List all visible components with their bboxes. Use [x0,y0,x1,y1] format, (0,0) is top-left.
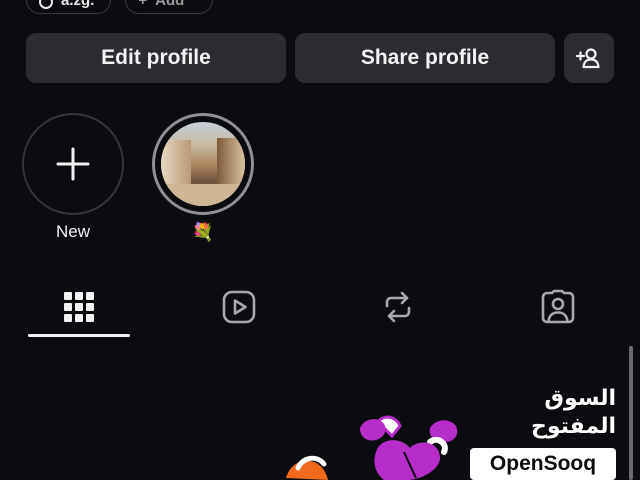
top-pill-add[interactable]: + Add [125,0,214,14]
plus-icon [56,147,90,181]
tab-reels[interactable] [188,276,290,338]
tab-posts[interactable] [28,276,130,338]
grid-icon [64,292,94,322]
top-pill-link[interactable]: a.zg. [26,0,112,14]
active-tab-indicator [28,334,130,337]
top-pill-add-label: Add [155,0,185,9]
tab-reposts[interactable] [347,276,449,338]
reposts-icon [385,291,411,323]
new-highlight-label: New [55,222,90,241]
profile-tabs [0,276,640,338]
share-profile-button[interactable]: Share profile [295,33,555,83]
add-person-icon [576,48,600,69]
new-highlight-button[interactable] [22,113,124,215]
highlight-cover-photo [161,122,245,206]
reels-icon [222,290,256,324]
tab-tagged[interactable] [507,276,609,338]
watermark-arabic-text: السوق المفتوح [530,385,616,438]
scrollbar[interactable] [629,346,633,480]
plus-icon: + [138,0,148,9]
highlight-label: 💐 [191,222,215,242]
add-person-button[interactable] [564,33,614,83]
watermark-latin-text: OpenSooq [470,448,616,480]
edit-profile-button[interactable]: Edit profile [26,33,286,83]
cartoon-sticker [286,415,458,480]
link-icon [39,0,53,9]
story-highlight[interactable] [152,113,254,215]
top-pill-label: a.zg. [61,0,95,9]
top-pill-row: a.zg. + Add [26,0,214,14]
opensooq-watermark: السوق المفتوح OpenSooq [470,384,616,480]
tagged-icon [541,289,575,324]
